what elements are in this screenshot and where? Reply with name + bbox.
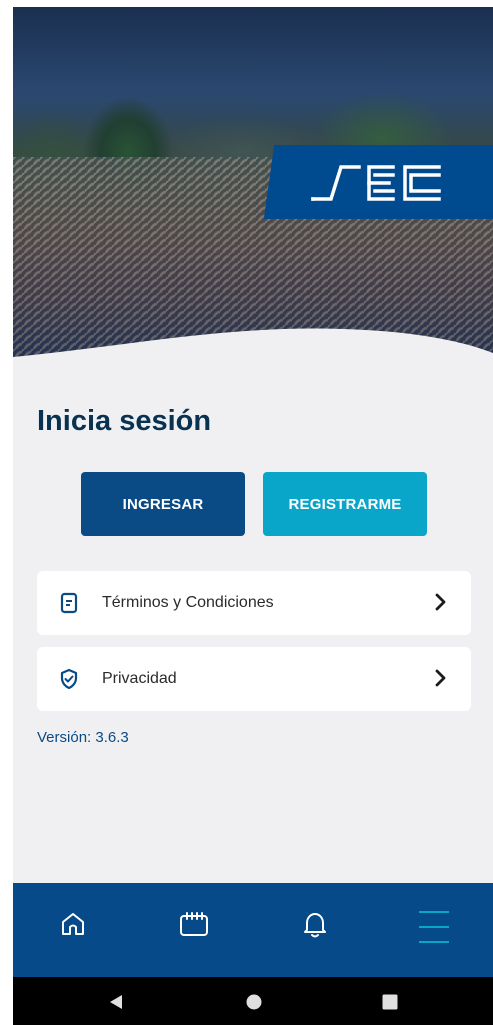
bell-icon [304, 913, 326, 938]
privacy-item[interactable]: Privacidad [37, 647, 471, 711]
ingresar-button[interactable]: INGRESAR [81, 472, 245, 536]
version-text: Versión: 3.6.3 [37, 729, 129, 746]
app-screen: Inicia sesión INGRESAR REGISTRARME Térmi… [13, 7, 493, 1025]
nav-calendar[interactable] [179, 911, 209, 942]
page-title: Inicia sesión [37, 405, 212, 437]
chevron-right-icon [435, 669, 446, 687]
shield-check-icon [60, 668, 78, 690]
nav-menu[interactable] [417, 909, 451, 950]
home-icon [62, 913, 84, 935]
privacy-label: Privacidad [102, 670, 177, 687]
nav-notifications[interactable] [302, 911, 328, 944]
terms-item[interactable]: Términos y Condiciones [37, 571, 471, 635]
bottom-nav [13, 883, 493, 977]
chevron-right-icon [435, 593, 446, 611]
home-circle-icon[interactable] [246, 994, 262, 1010]
back-icon[interactable] [109, 994, 123, 1010]
registrarme-button[interactable]: REGISTRARME [263, 472, 427, 536]
document-icon [60, 592, 78, 614]
terms-label: Términos y Condiciones [102, 594, 274, 611]
system-nav-bar [13, 977, 493, 1025]
recents-icon[interactable] [382, 994, 398, 1010]
sec-logo-mark [311, 165, 441, 201]
sec-logo [281, 145, 493, 219]
calendar-icon [180, 912, 208, 936]
hero-image [13, 7, 493, 359]
nav-home[interactable] [60, 911, 86, 942]
hero-wave [13, 328, 493, 359]
menu-icon [419, 911, 449, 943]
